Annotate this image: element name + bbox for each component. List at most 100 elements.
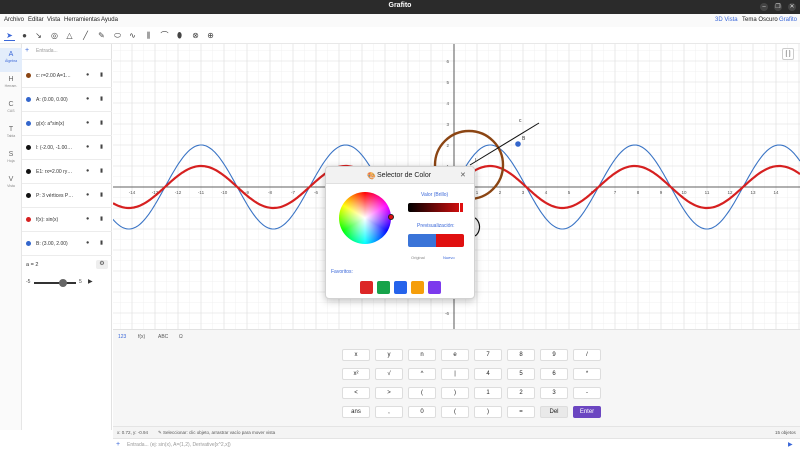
color-dot[interactable] (26, 73, 31, 78)
close-window-button[interactable]: ✕ (788, 3, 796, 11)
kbd-tab-functions[interactable]: f(x) (138, 334, 145, 340)
menu-editar[interactable]: Editar (28, 17, 44, 23)
key[interactable]: | (441, 368, 469, 380)
trash-icon[interactable]: ▮ (100, 120, 103, 126)
favorite-swatch-green[interactable] (377, 281, 390, 294)
rail-tab-algebra[interactable]: A Álgebra (0, 48, 22, 72)
rail-tab-sheet[interactable]: S Hoja (0, 148, 22, 172)
play-icon[interactable]: ▶ (88, 278, 93, 285)
polygon-tool-icon[interactable]: △ (64, 30, 75, 41)
eye-icon[interactable]: ● (86, 216, 89, 222)
key[interactable]: < (342, 387, 370, 399)
algebra-item[interactable]: P: 3 vértices P… ● ▮ (22, 184, 112, 208)
key[interactable]: 1 (474, 387, 502, 399)
key[interactable]: 4 (474, 368, 502, 380)
command-input-bar[interactable]: + Entrada... (ej: sin(x), A=(1,2), Deriv… (113, 438, 800, 450)
color-dot[interactable] (26, 241, 31, 246)
key[interactable]: ) (441, 387, 469, 399)
key[interactable]: 3 (540, 387, 568, 399)
algebra-item[interactable]: E1: rx=2.00 ry… ● ▮ (22, 160, 112, 184)
brightness-handle[interactable] (459, 202, 464, 213)
key[interactable]: - (573, 387, 601, 399)
color-wheel[interactable] (339, 192, 394, 244)
rail-tab-table[interactable]: T Tabla (0, 123, 22, 147)
key[interactable]: ( (408, 387, 436, 399)
slider-track[interactable] (34, 282, 76, 284)
key[interactable]: x (342, 349, 370, 361)
algebra-item[interactable]: f(x): sin(x) ● ▮ (22, 208, 112, 232)
eye-icon[interactable]: ● (86, 192, 89, 198)
close-dialog-icon[interactable]: ✕ (460, 171, 466, 179)
point-tool-icon[interactable]: ● (19, 30, 30, 41)
trash-icon[interactable]: ▮ (100, 72, 103, 78)
algebra-item[interactable]: g(x): a*sin(x) ● ▮ (22, 112, 112, 136)
brightness-slider[interactable] (408, 202, 464, 213)
ellipse-tool-icon[interactable]: ⬭ (112, 30, 123, 41)
rail-tab-tools[interactable]: H Herram. (0, 73, 22, 97)
key[interactable]: √ (375, 368, 403, 380)
menu-herramientas[interactable]: Herramientas (64, 17, 100, 23)
key[interactable]: = (507, 406, 535, 418)
pencil-tool-icon[interactable]: ✎ (96, 30, 107, 41)
key[interactable]: e (441, 349, 469, 361)
settings-gear-icon[interactable]: ⚙ (96, 260, 108, 269)
trash-icon[interactable]: ▮ (100, 216, 103, 222)
wheel-handle[interactable] (388, 214, 394, 220)
delete-key[interactable]: Del (540, 406, 568, 418)
eye-icon[interactable]: ● (86, 168, 89, 174)
segment[interactable] (469, 122, 540, 166)
key[interactable]: , (375, 406, 403, 418)
key[interactable]: 8 (507, 349, 535, 361)
dark-theme-link[interactable]: Tema Oscuro (742, 17, 778, 23)
color-dot[interactable] (26, 169, 31, 174)
favorite-swatch-orange[interactable] (411, 281, 424, 294)
submit-arrow-icon[interactable]: ▶ (788, 441, 793, 448)
kbd-tab-letters[interactable]: ABC (158, 334, 168, 340)
kbd-tab-numbers[interactable]: 123 (118, 334, 126, 340)
favorite-swatch-red[interactable] (360, 281, 373, 294)
trash-icon[interactable]: ▮ (100, 144, 103, 150)
key[interactable]: x² (342, 368, 370, 380)
trash-icon[interactable]: ▮ (100, 192, 103, 198)
shape-tool-icon[interactable]: ⬮ (174, 30, 185, 41)
key[interactable]: 6 (540, 368, 568, 380)
key[interactable]: 2 (507, 387, 535, 399)
key[interactable]: n (408, 349, 436, 361)
key[interactable]: 7 (474, 349, 502, 361)
trash-icon[interactable]: ▮ (100, 240, 103, 246)
minimize-button[interactable]: – (760, 3, 768, 11)
app-link[interactable]: Grafito (779, 17, 797, 23)
algebra-item[interactable]: B: (3.00, 2.00) ● ▮ (22, 232, 112, 256)
kbd-tab-greek[interactable]: Ω (179, 334, 183, 340)
key[interactable]: > (375, 387, 403, 399)
fullscreen-button[interactable]: [ ] (782, 48, 794, 60)
rail-tab-cas[interactable]: C CAS (0, 98, 22, 122)
eye-icon[interactable]: ● (86, 120, 89, 126)
rail-tab-view[interactable]: V Vista (0, 173, 22, 197)
color-dot[interactable] (26, 97, 31, 102)
enter-key[interactable]: Enter (573, 406, 601, 418)
line-tool-icon[interactable]: ╱ (80, 30, 91, 41)
key[interactable]: ( (441, 406, 469, 418)
favorite-swatch-purple[interactable] (428, 281, 441, 294)
eye-icon[interactable]: ● (86, 96, 89, 102)
ticks-tool-icon[interactable]: ⫼ (143, 30, 154, 41)
globe-tool-icon[interactable]: ⊕ (205, 30, 216, 41)
color-dot[interactable] (26, 121, 31, 126)
view-3d-link[interactable]: 3D Vista (715, 17, 738, 23)
key[interactable]: 9 (540, 349, 568, 361)
pen-tool-icon[interactable]: ↘ (33, 30, 44, 41)
favorite-swatch-blue[interactable] (394, 281, 407, 294)
bend-tool-icon[interactable]: ⌒ (159, 30, 170, 41)
trash-icon[interactable]: ▮ (100, 168, 103, 174)
menu-ayuda[interactable]: Ayuda (101, 17, 118, 23)
key[interactable]: / (573, 349, 601, 361)
maximize-button[interactable]: ❐ (774, 3, 782, 11)
key[interactable]: ^ (408, 368, 436, 380)
key[interactable]: ) (474, 406, 502, 418)
eye-icon[interactable]: ● (86, 240, 89, 246)
point-b[interactable] (515, 141, 521, 147)
menu-vista[interactable]: Vista (47, 17, 60, 23)
circle-tool-icon[interactable]: ◎ (49, 30, 60, 41)
key[interactable]: y (375, 349, 403, 361)
